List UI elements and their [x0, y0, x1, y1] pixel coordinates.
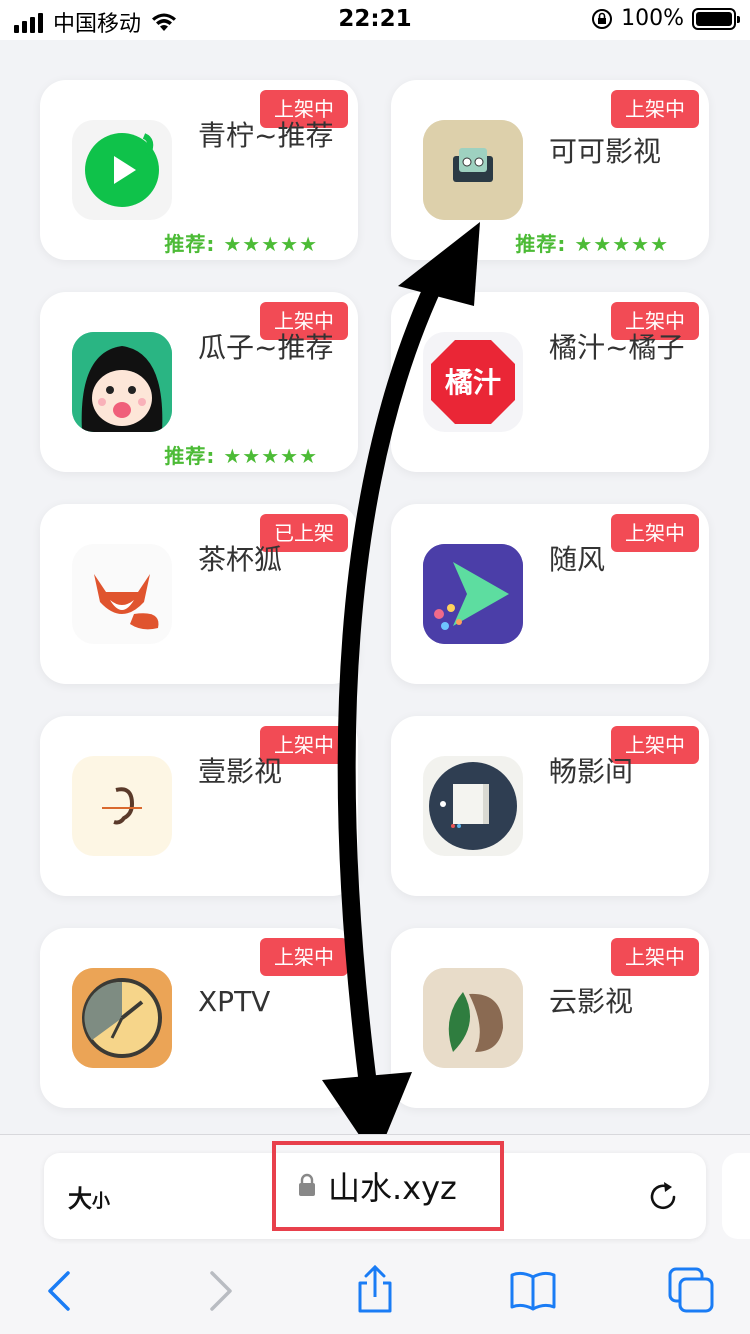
back-icon[interactable] — [36, 1265, 86, 1315]
app-grid: 上架中 青柠~推荐 推荐: ★★★★★ 上架中 可可影视 推荐: ★★★★★ 上… — [0, 0, 750, 1134]
app-name: XPTV — [198, 985, 271, 1018]
rating-label: 推荐: ★★★★★ — [164, 444, 318, 468]
bookmarks-icon[interactable] — [508, 1265, 558, 1315]
app-card[interactable]: 上架中 青柠~推荐 推荐: ★★★★★ — [40, 80, 358, 260]
cartoon-tv-icon — [423, 120, 523, 220]
app-name: 云影视 — [549, 985, 634, 1018]
text-size-button[interactable]: 大小 — [68, 1179, 110, 1214]
rating-label: 推荐: ★★★★★ — [164, 232, 318, 256]
rating-label: 推荐: ★★★★★ — [515, 232, 669, 256]
app-card[interactable]: 已上架 茶杯狐 — [40, 504, 358, 684]
app-name: 茶杯狐 — [198, 543, 283, 576]
cartoon-girl-icon — [72, 332, 172, 432]
url-text: 山水.xyz — [328, 1169, 457, 1207]
browser-toolbar — [0, 1265, 750, 1325]
app-name: 瓜子~推荐 — [198, 331, 334, 364]
app-name: 青柠~推荐 — [198, 119, 334, 152]
app-card[interactable]: 上架中 XPTV — [40, 928, 358, 1108]
app-name: 畅影间 — [549, 755, 634, 788]
tabs-icon[interactable] — [666, 1265, 716, 1315]
status-badge: 上架中 — [611, 938, 699, 976]
app-card[interactable]: 上架中 可可影视 推荐: ★★★★★ — [391, 80, 709, 260]
app-card[interactable]: 上架中 随风 — [391, 504, 709, 684]
clock-icon — [72, 968, 172, 1068]
address-bar[interactable]: 大小 山水.xyz — [44, 1141, 706, 1239]
fox-icon — [72, 544, 172, 644]
url-highlight-box[interactable]: 山水.xyz — [272, 1141, 504, 1231]
status-badge: 上架中 — [260, 938, 348, 976]
app-card[interactable]: 上架中 橘汁 橘汁~橘子 — [391, 292, 709, 472]
leaf-animal-icon — [423, 968, 523, 1068]
forward-icon[interactable] — [196, 1265, 246, 1315]
app-name: 壹影视 — [198, 755, 283, 788]
play-arrow-icon — [423, 544, 523, 644]
browser-bottom-bar: 大小 山水.xyz — [0, 1134, 750, 1334]
next-tab-pill[interactable] — [722, 1153, 750, 1239]
svg-text:橘汁: 橘汁 — [445, 366, 501, 399]
ear-icon — [72, 756, 172, 856]
share-icon[interactable] — [350, 1265, 400, 1315]
lock-icon — [299, 1173, 315, 1196]
juzhi-logo-icon: 橘汁 — [423, 332, 523, 432]
app-card[interactable]: 上架中 瓜子~推荐 推荐: ★★★★★ — [40, 292, 358, 472]
reload-icon[interactable] — [646, 1179, 680, 1213]
app-name: 随风 — [549, 543, 606, 576]
screen-circle-icon — [423, 756, 523, 856]
app-name: 橘汁~橘子 — [549, 331, 685, 364]
app-name: 可可影视 — [549, 135, 662, 168]
green-play-icon — [72, 120, 172, 220]
status-badge: 上架中 — [611, 90, 699, 128]
app-card[interactable]: 上架中 壹影视 — [40, 716, 358, 896]
app-card[interactable]: 上架中 畅影间 — [391, 716, 709, 896]
app-card[interactable]: 上架中 云影视 — [391, 928, 709, 1108]
